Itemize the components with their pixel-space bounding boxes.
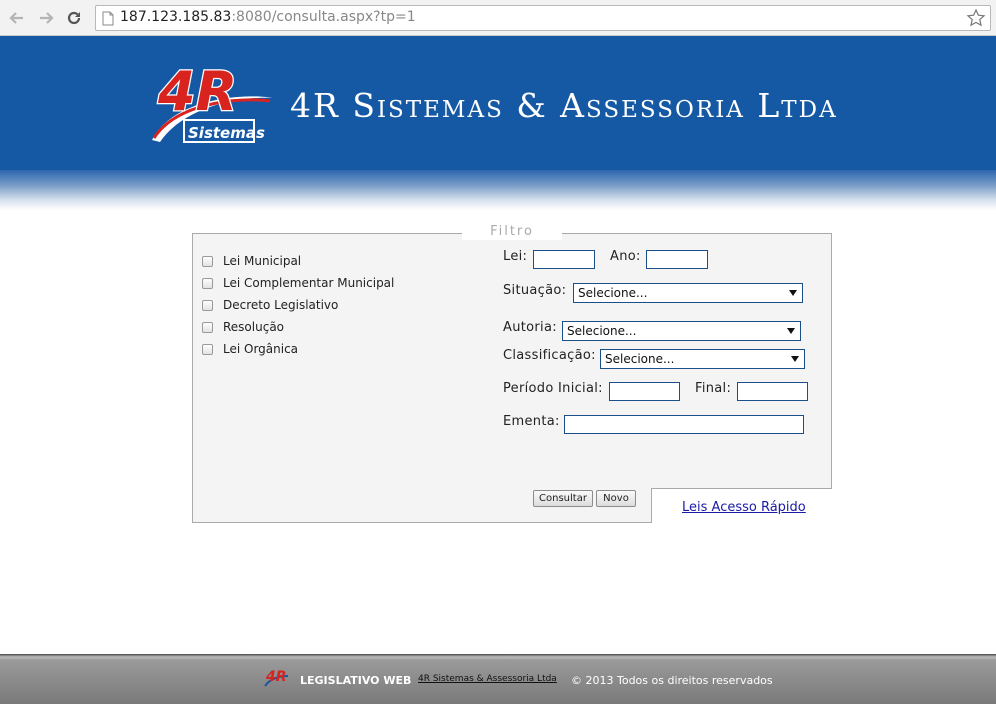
footer-copyright: © 2013 Todos os direitos reservados (571, 674, 773, 687)
lei-organica-checkbox[interactable] (202, 343, 213, 355)
bookmark-star-icon[interactable] (966, 8, 986, 28)
type-option-lei-organica[interactable]: Lei Orgânica (202, 340, 298, 358)
dropdown-arrow-icon (787, 328, 795, 334)
consultar-button[interactable]: Consultar (533, 490, 593, 507)
lei-complementar-label: Lei Complementar Municipal (223, 276, 395, 290)
classificacao-label: Classificação: (503, 348, 596, 363)
lei-input[interactable] (533, 250, 595, 269)
decreto-legislativo-checkbox[interactable] (202, 299, 213, 311)
type-option-lei-municipal[interactable]: Lei Municipal (202, 252, 301, 270)
type-option-lei-complementar[interactable]: Lei Complementar Municipal (202, 274, 394, 292)
type-option-decreto-legislativo[interactable]: Decreto Legislativo (202, 296, 338, 314)
autoria-selected: Selecione... (567, 324, 637, 338)
classificacao-selected: Selecione... (605, 352, 675, 366)
ano-label: Ano: (610, 249, 641, 264)
ementa-input[interactable] (564, 415, 804, 434)
decreto-legislativo-label: Decreto Legislativo (223, 298, 339, 312)
browser-toolbar: 187.123.185.83:8080/consulta.aspx?tp=1 (0, 0, 996, 36)
filter-legend: Filtro (462, 224, 562, 240)
situacao-label: Situação: (503, 283, 567, 298)
lei-municipal-label: Lei Municipal (223, 254, 302, 268)
logo-subtext: Sistemas (188, 124, 265, 142)
situacao-select[interactable]: Selecione... (573, 283, 803, 303)
back-arrow-icon (9, 12, 23, 24)
dropdown-arrow-icon (791, 356, 799, 362)
footer-logo: 4R (264, 669, 289, 687)
lei-complementar-checkbox[interactable] (202, 277, 213, 289)
autoria-label: Autoria: (503, 320, 557, 335)
resolucao-label: Resolução (223, 320, 285, 334)
lei-label: Lei: (503, 249, 528, 264)
final-label: Final: (695, 381, 732, 396)
company-logo: 4R Sistemas (152, 59, 272, 143)
ementa-label: Ementa: (503, 414, 560, 429)
periodo-inicial-label: Período Inicial: (503, 381, 603, 396)
footer-company-link[interactable]: 4R Sistemas & Assessoria Ltda (418, 674, 557, 684)
ano-input[interactable] (646, 250, 708, 269)
forward-button[interactable] (35, 7, 57, 29)
company-title: 4R Sistemas & Assessoria Ltda (290, 86, 838, 125)
dropdown-arrow-icon (789, 290, 797, 296)
page-icon (102, 11, 114, 26)
url-text: 187.123.185.83:8080/consulta.aspx?tp=1 (120, 9, 416, 25)
forward-arrow-icon (40, 12, 54, 24)
panel-notch-border (651, 488, 652, 523)
reload-button[interactable] (63, 7, 85, 29)
lei-organica-label: Lei Orgânica (223, 342, 299, 356)
banner-gradient (0, 170, 996, 210)
resolucao-checkbox[interactable] (202, 321, 213, 333)
panel-notch-border (651, 488, 832, 489)
lei-municipal-checkbox[interactable] (202, 255, 213, 267)
final-input[interactable] (737, 382, 808, 401)
situacao-selected: Selecione... (578, 286, 648, 300)
periodo-inicial-input[interactable] (609, 382, 680, 401)
address-bar[interactable]: 187.123.185.83:8080/consulta.aspx?tp=1 (95, 5, 991, 31)
back-button[interactable] (6, 7, 28, 29)
classificacao-select[interactable]: Selecione... (600, 349, 805, 369)
reload-icon (67, 11, 81, 25)
novo-button[interactable]: Novo (596, 490, 636, 507)
footer-logo-text: 4R (265, 669, 287, 685)
footer-app-name: LEGISLATIVO WEB (300, 674, 412, 687)
leis-acesso-rapido-link[interactable]: Leis Acesso Rápido (682, 500, 806, 515)
autoria-select[interactable]: Selecione... (562, 321, 801, 341)
logo-text: 4R (157, 60, 237, 123)
type-option-resolucao[interactable]: Resolução (202, 318, 284, 336)
